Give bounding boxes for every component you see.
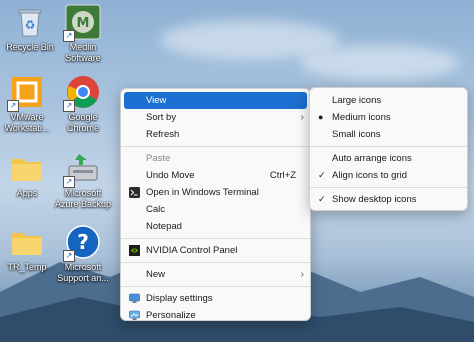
- recycle-bin-icon: ♻: [12, 4, 48, 40]
- desktop-icon-google-chrome[interactable]: ↗ Google Chrome: [53, 74, 113, 134]
- submenu-item-large-icons[interactable]: Large icons: [310, 92, 467, 109]
- menu-item-new[interactable]: New ›: [121, 266, 310, 283]
- menu-separator: [121, 238, 310, 239]
- shortcut-arrow-icon: ↗: [63, 250, 75, 262]
- desktop-icon-recycle-bin[interactable]: ♻ Recycle Bin: [0, 4, 60, 53]
- menu-separator: [310, 146, 467, 147]
- shortcut-arrow-icon: ↗: [63, 30, 75, 42]
- desktop-icon-label: Apps: [16, 188, 38, 198]
- desktop-icon-label: TR_Temp: [7, 262, 47, 272]
- desktop-icon-apps[interactable]: Apps: [0, 150, 57, 199]
- personalize-icon: [129, 310, 140, 321]
- terminal-icon: [129, 187, 140, 198]
- chrome-icon: ↗: [63, 74, 101, 112]
- svg-text:♻: ♻: [25, 18, 36, 32]
- wallpaper-cloud: [300, 45, 460, 80]
- svg-text:M: M: [77, 16, 90, 31]
- menu-item-calc[interactable]: Calc: [121, 201, 310, 218]
- submenu-item-align-icons-to-grid[interactable]: ✓ Align icons to grid: [310, 167, 467, 184]
- desktop-icon-label: Microsoft Azure Backup: [54, 188, 112, 209]
- chevron-right-icon: ›: [300, 269, 304, 280]
- chevron-right-icon: ›: [297, 95, 301, 106]
- desktop-icon-label: Recycle Bin: [6, 42, 54, 52]
- menu-separator: [121, 262, 310, 263]
- azure-backup-icon: ↗: [63, 150, 101, 188]
- desktop-icon-medlin-software[interactable]: M ↗ Medlin Software: [53, 4, 113, 64]
- chevron-right-icon: ›: [300, 112, 304, 123]
- desktop-icon-label: Microsoft Support an...: [57, 262, 109, 283]
- menu-item-open-in-windows-terminal[interactable]: Open in Windows Terminal: [121, 184, 310, 201]
- shortcut-arrow-icon: ↗: [63, 100, 75, 112]
- menu-item-view[interactable]: View ›: [124, 92, 307, 109]
- menu-item-notepad[interactable]: Notepad: [121, 218, 310, 235]
- desktop-icon-tr-temp[interactable]: TR_Temp: [0, 224, 57, 273]
- menu-item-refresh[interactable]: Refresh: [121, 126, 310, 143]
- nvidia-icon: [129, 245, 140, 256]
- desktop-icon-label: VMware Workstati...: [4, 112, 50, 133]
- desktop-icon-azure-backup[interactable]: ↗ Microsoft Azure Backup: [53, 150, 113, 210]
- shortcut-label: Ctrl+Z: [269, 170, 296, 181]
- desktop-icon-label: Medlin Software: [65, 42, 101, 63]
- svg-text:?: ?: [77, 230, 89, 254]
- desktop-icon-label: Google Chrome: [66, 112, 99, 133]
- radio-dot-icon: ●: [318, 112, 324, 122]
- desktop-icon-microsoft-support[interactable]: ? ↗ Microsoft Support an...: [53, 224, 113, 284]
- submenu-item-auto-arrange-icons[interactable]: Auto arrange icons: [310, 150, 467, 167]
- checkmark-icon: ✓: [318, 170, 326, 180]
- help-icon: ? ↗: [63, 224, 101, 262]
- submenu-item-medium-icons[interactable]: ● Medium icons: [310, 109, 467, 126]
- menu-item-paste: Paste: [146, 153, 171, 164]
- menu-separator: [310, 187, 467, 188]
- submenu-item-show-desktop-icons[interactable]: ✓ Show desktop icons: [310, 191, 467, 208]
- desktop-icon-vmware[interactable]: ↗ VMware Workstati...: [0, 74, 57, 134]
- display-settings-icon: [129, 293, 140, 304]
- view-submenu: Large icons ● Medium icons Small icons A…: [309, 87, 468, 211]
- menu-item-sort-by[interactable]: Sort by ›: [121, 109, 310, 126]
- submenu-item-small-icons[interactable]: Small icons: [310, 126, 467, 143]
- desktop-context-menu: View › Sort by › Refresh Paste Undo Move…: [120, 88, 311, 321]
- shortcut-arrow-icon: ↗: [7, 100, 19, 112]
- menu-item-display-settings[interactable]: Display settings: [121, 290, 310, 307]
- folder-icon: [9, 150, 45, 186]
- folder-icon: [9, 224, 45, 260]
- menu-separator: [121, 286, 310, 287]
- menu-item-nvidia-control-panel[interactable]: NVIDIA Control Panel: [121, 242, 310, 259]
- checkmark-icon: ✓: [318, 194, 326, 204]
- shortcut-arrow-icon: ↗: [63, 176, 75, 188]
- vmware-icon: ↗: [7, 74, 45, 112]
- medlin-software-icon: M ↗: [63, 4, 101, 42]
- menu-item-personalize[interactable]: Personalize: [121, 307, 310, 324]
- menu-separator: [121, 146, 310, 147]
- menu-item-undo-move[interactable]: Undo Move Ctrl+Z: [121, 167, 310, 184]
